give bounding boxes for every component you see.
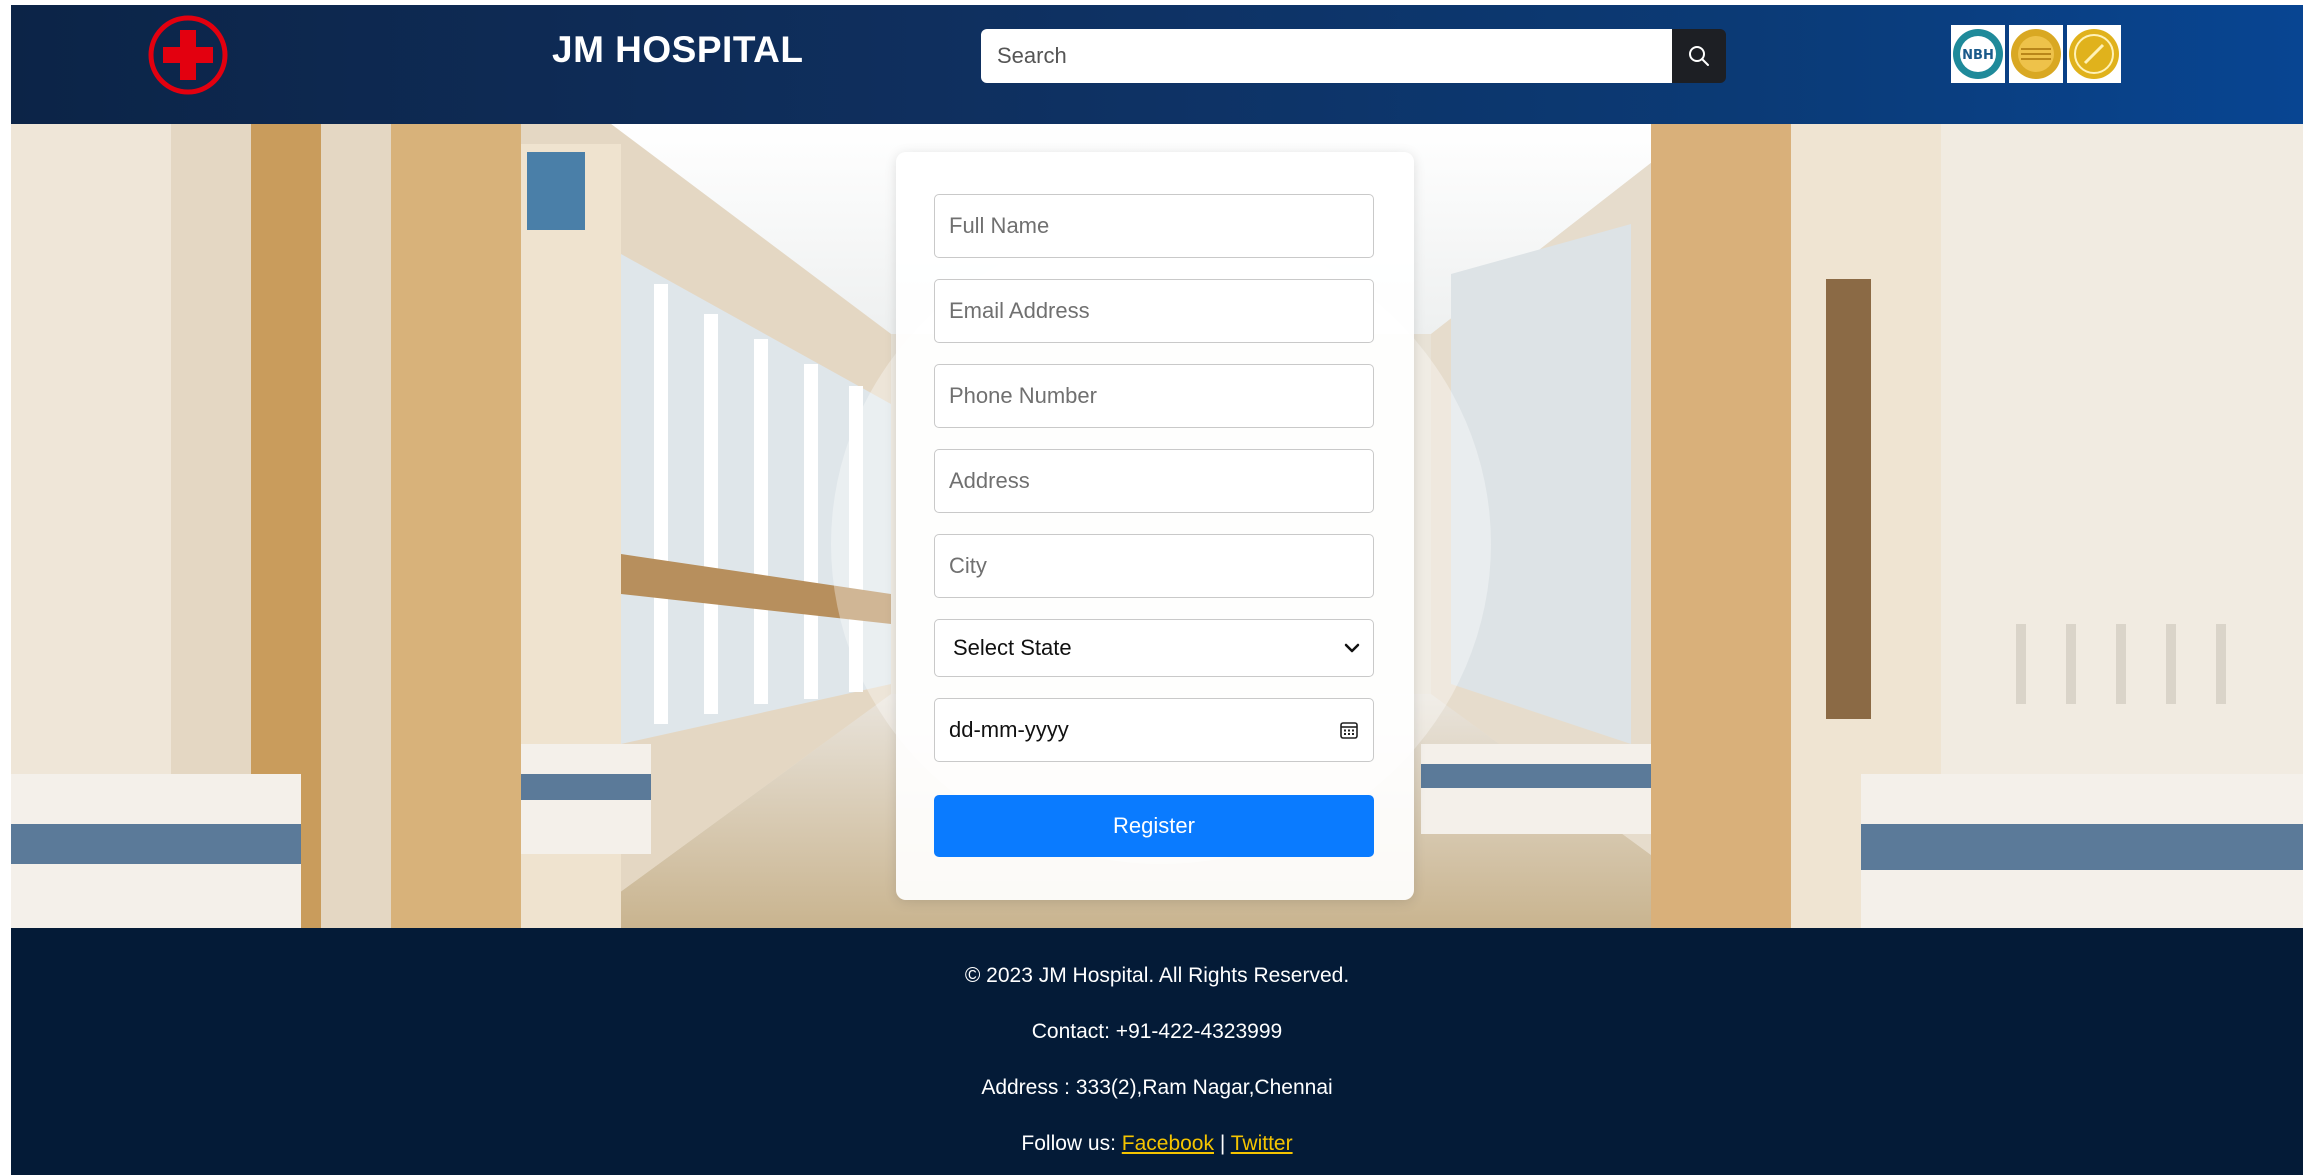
contact-text: Contact: +91-422-4323999 (1031, 1020, 1283, 1043)
accreditation-badges: NBH (1951, 25, 2121, 83)
hero-section: Select State dd-mm-yyyy Register (11, 124, 2303, 928)
chevron-down-icon (1344, 643, 1360, 653)
date-placeholder: dd-mm-yyyy (949, 717, 1069, 742)
register-button[interactable]: Register (934, 795, 1374, 857)
search-button[interactable] (1672, 29, 1726, 83)
nabh-badge-icon: NBH (1951, 25, 2005, 83)
city-field[interactable] (934, 534, 1374, 598)
svg-text:NBH: NBH (1962, 48, 1994, 63)
site-title: JM HOSPITAL (552, 29, 804, 70)
red-cross-icon[interactable] (147, 14, 229, 96)
twitter-link[interactable]: Twitter (1231, 1132, 1293, 1155)
email-field[interactable] (934, 279, 1374, 343)
date-of-birth-field[interactable]: dd-mm-yyyy (934, 698, 1374, 762)
registration-form: Select State dd-mm-yyyy Register (896, 152, 1414, 900)
state-select[interactable]: Select State (934, 619, 1374, 677)
phone-field[interactable] (934, 364, 1374, 428)
gold-medal-badge-icon (2067, 25, 2121, 83)
address-text: Address : 333(2),Ram Nagar,Chennai (981, 1076, 1333, 1099)
page: JM HOSPITAL NBH (11, 5, 2303, 1175)
follow-label: Follow us: (1021, 1132, 1122, 1155)
facebook-link[interactable]: Facebook (1122, 1132, 1214, 1155)
link-separator: | (1214, 1132, 1231, 1155)
social-links: Follow us: Facebook | Twitter (11, 1132, 2303, 1156)
full-name-field[interactable] (934, 194, 1374, 258)
search-input[interactable] (981, 29, 1672, 83)
gold-seal-badge-icon (2009, 25, 2063, 83)
address-field[interactable] (934, 449, 1374, 513)
copyright-text: © 2023 JM Hospital. All Rights Reserved. (964, 964, 1350, 987)
search-bar (981, 29, 1726, 83)
search-icon (1689, 46, 1709, 66)
state-select-value: Select State (953, 635, 1072, 660)
site-footer: © 2023 JM Hospital. All Rights Reserved.… (11, 928, 2303, 1175)
site-header: JM HOSPITAL NBH (11, 5, 2303, 124)
calendar-icon[interactable] (1339, 720, 1359, 740)
